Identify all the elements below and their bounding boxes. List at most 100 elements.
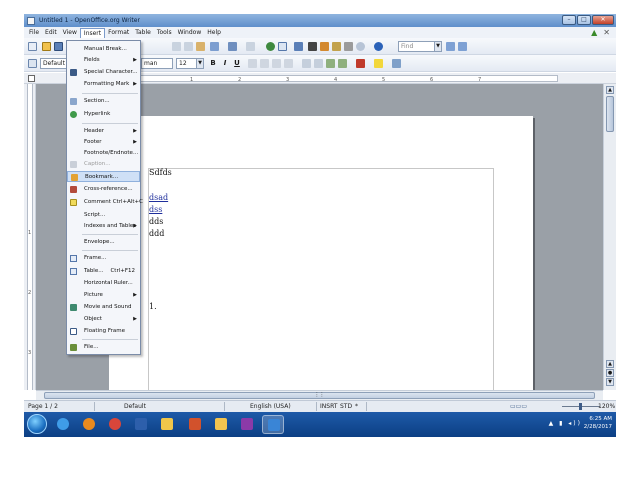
menu-file[interactable]: File <box>26 27 42 38</box>
find-previous-icon[interactable] <box>458 42 467 51</box>
list-number[interactable]: 1. <box>149 302 157 311</box>
data-sources-icon[interactable] <box>332 42 341 51</box>
open-icon[interactable] <box>42 42 51 51</box>
page-style[interactable]: Default <box>124 403 146 410</box>
menu-table[interactable]: Table <box>132 27 154 38</box>
tray-icons[interactable]: ▲ ▮ ◂)) <box>549 420 582 427</box>
cut-icon[interactable] <box>172 42 181 51</box>
menu-item-envelope[interactable]: Envelope... <box>67 237 140 248</box>
vertical-ruler[interactable]: 1 2 3 <box>24 84 36 390</box>
menu-item-header[interactable]: Header ▶ <box>67 126 140 137</box>
navigator-icon[interactable] <box>308 42 317 51</box>
decrease-indent-icon[interactable] <box>326 59 335 68</box>
vertical-scroll-thumb[interactable] <box>606 96 614 132</box>
menu-help[interactable]: Help <box>204 27 224 38</box>
zoom-level[interactable]: 120% <box>598 403 615 410</box>
redo-icon[interactable] <box>246 42 255 51</box>
menu-item-fields[interactable]: Fields ▶ <box>67 55 140 66</box>
menu-item-movie-and-sound[interactable]: Movie and Sound <box>67 302 140 313</box>
taskbar-winrar[interactable] <box>236 415 258 434</box>
menu-item-footnote[interactable]: Footnote/Endnote... <box>67 148 140 159</box>
font-name-select[interactable]: man <box>141 58 173 69</box>
previous-page-icon[interactable]: ▲ <box>606 360 614 368</box>
menu-item-footer[interactable]: Footer ▶ <box>67 137 140 148</box>
page-indicator[interactable]: Page 1 / 2 <box>28 403 58 410</box>
document-line[interactable]: dds <box>149 217 163 226</box>
font-size-select[interactable]: 12 ▼ <box>176 58 204 69</box>
document-line[interactable]: ddd <box>149 229 164 238</box>
menu-item-special-character[interactable]: Special Character... <box>67 67 140 78</box>
taskbar-paint[interactable] <box>156 415 178 434</box>
minimize-button[interactable]: – <box>562 15 576 25</box>
menu-item-section[interactable]: Section... <box>67 96 140 107</box>
selection-mode[interactable]: STD <box>340 403 352 410</box>
menu-insert[interactable]: Insert <box>79 27 106 38</box>
horizontal-scroll-thumb[interactable]: ⋮⋮ <box>44 392 595 399</box>
copy-icon[interactable] <box>184 42 193 51</box>
styles-and-formatting-icon[interactable] <box>28 59 37 68</box>
view-layout-icons[interactable]: ▭▭▭ <box>510 403 527 410</box>
new-document-icon[interactable] <box>28 42 37 51</box>
taskbar-chrome[interactable] <box>104 415 126 434</box>
menu-item-floating-frame[interactable]: Floating Frame <box>67 326 140 337</box>
numbering-icon[interactable] <box>302 59 311 68</box>
background-color-icon[interactable] <box>392 59 401 68</box>
hyperlink-icon[interactable] <box>266 42 275 51</box>
menu-item-cross-reference[interactable]: Cross-reference... <box>67 184 140 195</box>
menu-window[interactable]: Window <box>175 27 205 38</box>
chevron-down-icon[interactable]: ▼ <box>434 42 441 51</box>
menu-item-picture[interactable]: Picture ▶ <box>67 290 140 301</box>
menu-item-indexes-and-tables[interactable]: Indexes and Tables ▶ <box>67 221 140 232</box>
document-line[interactable]: dss <box>149 205 162 214</box>
save-icon[interactable] <box>54 42 63 51</box>
find-next-icon[interactable] <box>446 42 455 51</box>
document-page[interactable]: Sdfds dsad dss dds ddd 1. <box>109 116 533 390</box>
close-document-icon[interactable]: ✕ <box>603 28 610 37</box>
menu-item-frame[interactable]: Frame... <box>67 253 140 264</box>
menu-tools[interactable]: Tools <box>154 27 175 38</box>
menu-item-formatting-mark[interactable]: Formatting Mark ▶ <box>67 79 140 90</box>
help-icon[interactable] <box>374 42 383 51</box>
menu-item-object[interactable]: Object ▶ <box>67 314 140 325</box>
taskbar-word[interactable] <box>130 415 152 434</box>
insert-mode[interactable]: INSRT <box>320 403 337 410</box>
font-color-icon[interactable] <box>356 59 365 68</box>
align-center-icon[interactable] <box>260 59 269 68</box>
menu-item-file[interactable]: File... <box>67 342 140 353</box>
highlighting-icon[interactable] <box>374 59 383 68</box>
show-draw-functions-icon[interactable] <box>294 42 303 51</box>
zoom-slider[interactable] <box>562 403 600 410</box>
menu-item-comment[interactable]: Comment Ctrl+Alt+C <box>67 197 143 208</box>
menu-item-script[interactable]: Script... <box>67 210 140 221</box>
zoom-icon[interactable] <box>356 42 365 51</box>
tab-stop-selector[interactable] <box>28 75 35 82</box>
menu-view[interactable]: View <box>60 27 80 38</box>
align-left-icon[interactable] <box>248 59 257 68</box>
formatting-marks-icon[interactable] <box>344 42 353 51</box>
bullets-icon[interactable] <box>314 59 323 68</box>
table-icon[interactable] <box>278 42 287 51</box>
start-button[interactable] <box>27 414 47 434</box>
increase-indent-icon[interactable] <box>338 59 347 68</box>
clock[interactable]: 6:25 AM 2/28/2017 <box>584 415 612 431</box>
underline-button[interactable]: U <box>232 58 242 69</box>
menu-item-hyperlink[interactable]: Hyperlink <box>67 109 140 120</box>
document-line[interactable]: Sdfds <box>149 168 172 177</box>
align-right-icon[interactable] <box>272 59 281 68</box>
update-icon[interactable]: ▲ <box>591 28 597 37</box>
taskbar-media[interactable] <box>78 415 100 434</box>
language-indicator[interactable]: English (USA) <box>250 403 291 410</box>
gallery-icon[interactable] <box>320 42 329 51</box>
chevron-down-icon[interactable]: ▼ <box>196 59 203 68</box>
taskbar-powerpoint[interactable] <box>184 415 206 434</box>
taskbar-writer[interactable] <box>262 415 284 434</box>
bold-button[interactable]: B <box>208 58 218 69</box>
zoom-slider-knob[interactable] <box>579 403 582 410</box>
italic-button[interactable]: I <box>220 58 230 69</box>
menu-edit[interactable]: Edit <box>42 27 60 38</box>
taskbar-explorer[interactable] <box>210 415 232 434</box>
undo-icon[interactable] <box>228 42 237 51</box>
taskbar-ie[interactable] <box>52 415 74 434</box>
document-line[interactable]: dsad <box>149 193 168 202</box>
maximize-button[interactable]: □ <box>577 15 591 25</box>
